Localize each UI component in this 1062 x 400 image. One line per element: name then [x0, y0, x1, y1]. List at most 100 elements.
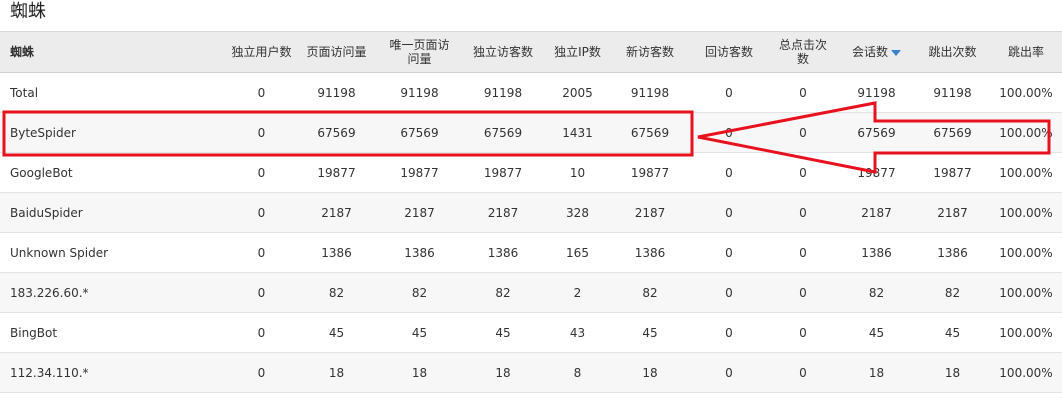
- metric-cell: 0: [768, 192, 838, 233]
- metric-cell: 18: [838, 352, 915, 393]
- metric-cell: 19877: [610, 152, 690, 193]
- metric-cell: 100.00%: [990, 152, 1062, 193]
- metric-cell: 2187: [295, 192, 378, 233]
- metric-cell: 100.00%: [990, 312, 1062, 353]
- metric-cell: 18: [295, 352, 378, 393]
- metric-cell: 1386: [378, 232, 461, 273]
- metric-cell: 10: [545, 152, 610, 193]
- metric-cell: 19877: [915, 152, 990, 193]
- metric-cell: 100.00%: [990, 232, 1062, 273]
- spider-name-cell: Unknown Spider: [0, 232, 228, 273]
- metric-cell: 18: [461, 352, 545, 393]
- column-header-label: 跳出率: [1007, 45, 1044, 59]
- spider-name-cell: 183.226.60.*: [0, 272, 228, 313]
- metric-cell: 0: [690, 72, 768, 113]
- metric-cell: 19877: [378, 152, 461, 193]
- metric-cell: 165: [545, 232, 610, 273]
- metric-cell: 2187: [378, 192, 461, 233]
- metric-cell: 100.00%: [990, 272, 1062, 313]
- metric-cell: 18: [915, 352, 990, 393]
- metric-cell: 67569: [461, 112, 545, 153]
- table-row-ip-183-226-60[interactable]: 183.226.60.* 0 82 82 82 2 82 0 0 82 82 100.00%: [0, 272, 1062, 313]
- column-header-label: 独立用户数: [231, 45, 292, 59]
- metric-cell: 100.00%: [990, 352, 1062, 393]
- metric-cell: 0: [690, 352, 768, 393]
- metric-cell: 2187: [461, 192, 545, 233]
- metric-cell: 67569: [838, 112, 915, 153]
- column-header-bounces[interactable]: 跳出次数: [915, 31, 990, 73]
- table-row-total[interactable]: Total 0 91198 91198 91198 2005 91198 0 0 91198 911…: [0, 72, 1062, 113]
- column-header-label: 页面访问量: [306, 45, 367, 59]
- metric-cell: 0: [228, 72, 295, 113]
- metric-cell: 82: [295, 272, 378, 313]
- table-row-ip-112-34-110[interactable]: 112.34.110.* 0 18 18 18 8 18 0 0 18 18 100.00%: [0, 352, 1062, 393]
- column-header-sessions[interactable]: 会话数: [838, 31, 915, 73]
- metric-cell: 0: [228, 272, 295, 313]
- metric-cell: 45: [295, 312, 378, 353]
- column-header-label: 独立IP数: [554, 45, 601, 59]
- metric-cell: 0: [690, 272, 768, 313]
- column-header-label: 会话数: [851, 45, 888, 59]
- metric-cell: 0: [228, 112, 295, 153]
- column-header-pageviews[interactable]: 页面访问量: [295, 31, 378, 73]
- spider-name-cell: GoogleBot: [0, 152, 228, 193]
- column-header-bounce-rate[interactable]: 跳出率: [990, 31, 1062, 73]
- metric-cell: 67569: [610, 112, 690, 153]
- column-header-unique-ip[interactable]: 独立IP数: [545, 31, 610, 73]
- column-header-new-visitors[interactable]: 新访客数: [610, 31, 690, 73]
- metric-cell: 91198: [461, 72, 545, 113]
- metric-cell: 82: [461, 272, 545, 313]
- table-row-bytespider[interactable]: ByteSpider 0 67569 67569 67569 1431 67569 0 0 675…: [0, 112, 1062, 153]
- metric-cell: 1386: [838, 232, 915, 273]
- column-header-label: 回访客数: [704, 45, 753, 59]
- column-header-returning-visitors[interactable]: 回访客数: [690, 31, 768, 73]
- metric-cell: 43: [545, 312, 610, 353]
- metric-cell: 45: [915, 312, 990, 353]
- column-header-unique-users[interactable]: 独立用户数: [228, 31, 295, 73]
- column-header-spider[interactable]: 蜘蛛: [0, 31, 228, 73]
- column-header-unique-pageviews[interactable]: 唯一页面访问量: [378, 31, 461, 73]
- table-row-baiduspider[interactable]: BaiduSpider 0 2187 2187 2187 328 2187 0 0 2187 218…: [0, 192, 1062, 233]
- spider-name-cell: BingBot: [0, 312, 228, 353]
- metric-cell: 91198: [915, 72, 990, 113]
- metric-cell: 45: [461, 312, 545, 353]
- metric-cell: 0: [690, 232, 768, 273]
- sort-descending-icon: [891, 49, 901, 56]
- table-row-bingbot[interactable]: BingBot 0 45 45 45 43 45 0 0 45 45 100.00%: [0, 312, 1062, 353]
- metric-cell: 0: [690, 112, 768, 153]
- table-row-unknown-spider[interactable]: Unknown Spider 0 1386 1386 1386 165 1386 0 0 1386…: [0, 232, 1062, 273]
- metric-cell: 19877: [295, 152, 378, 193]
- metric-cell: 45: [610, 312, 690, 353]
- column-header-unique-visitors[interactable]: 独立访客数: [461, 31, 545, 73]
- metric-cell: 0: [768, 152, 838, 193]
- metric-cell: 1386: [295, 232, 378, 273]
- metric-cell: 1386: [610, 232, 690, 273]
- metric-cell: 0: [690, 152, 768, 193]
- metric-cell: 82: [378, 272, 461, 313]
- column-header-label: 总点击次数: [778, 38, 827, 66]
- metric-cell: 2: [545, 272, 610, 313]
- spider-stats-table: 蜘蛛 独立用户数 页面访问量 唯一页面访问量 独立访客数 独立IP数 新访客数 …: [0, 31, 1062, 393]
- table-row-googlebot[interactable]: GoogleBot 0 19877 19877 19877 10 19877 0 0 19877 1…: [0, 152, 1062, 193]
- metric-cell: 19877: [461, 152, 545, 193]
- metric-cell: 0: [768, 232, 838, 273]
- metric-cell: 67569: [915, 112, 990, 153]
- metric-cell: 0: [690, 312, 768, 353]
- column-header-label: 跳出次数: [928, 45, 977, 59]
- metric-cell: 91198: [838, 72, 915, 113]
- metric-cell: 82: [838, 272, 915, 313]
- metric-cell: 0: [768, 72, 838, 113]
- metric-cell: 2187: [610, 192, 690, 233]
- column-header-total-clicks[interactable]: 总点击次数: [768, 31, 838, 73]
- metric-cell: 1386: [915, 232, 990, 273]
- metric-cell: 45: [838, 312, 915, 353]
- metric-cell: 91198: [610, 72, 690, 113]
- spider-name-cell: ByteSpider: [0, 112, 228, 153]
- metric-cell: 91198: [378, 72, 461, 113]
- metric-cell: 0: [768, 312, 838, 353]
- metric-cell: 18: [378, 352, 461, 393]
- column-header-label: 蜘蛛: [10, 45, 35, 59]
- table-header-row: 蜘蛛 独立用户数 页面访问量 唯一页面访问量 独立访客数 独立IP数 新访客数 …: [0, 31, 1062, 73]
- metric-cell: 2187: [915, 192, 990, 233]
- metric-cell: 19877: [838, 152, 915, 193]
